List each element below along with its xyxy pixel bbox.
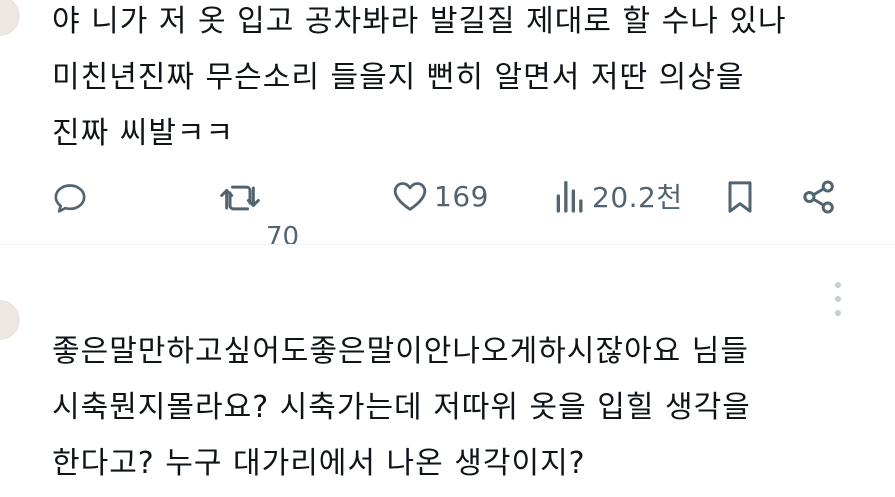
avatar[interactable]	[0, 0, 20, 36]
views-button[interactable]: 20.2천	[552, 176, 683, 216]
bookmark-icon	[728, 181, 752, 213]
share-icon	[803, 180, 834, 214]
reply-button[interactable]	[50, 178, 90, 218]
divider	[0, 244, 895, 245]
retweet-icon	[220, 185, 260, 211]
retweet-button[interactable]	[218, 178, 262, 218]
avatar[interactable]	[0, 300, 20, 340]
views-count: 20.2천	[592, 181, 683, 214]
like-button[interactable]: 169	[390, 176, 489, 216]
retweet-count: 70	[266, 222, 300, 244]
like-count: 169	[434, 179, 489, 213]
more-options-icon[interactable]	[830, 282, 844, 322]
share-button[interactable]	[798, 176, 840, 218]
tweet-text: 좋은말만하고싶어도좋은말이안나오게하시잖아요 님들 시축뭔지몰라요? 시축가는데…	[52, 334, 751, 481]
tweet-action-bar: 169 20.2천	[0, 168, 895, 228]
views-icon	[556, 181, 583, 213]
heart-icon	[393, 182, 427, 211]
reply-icon	[54, 184, 86, 213]
bookmark-button[interactable]	[720, 176, 760, 218]
tweet-text: 야 니가 저 옷 입고 공차봐라 발길질 제대로 할 수나 있나 미친년진짜 무…	[52, 4, 787, 151]
